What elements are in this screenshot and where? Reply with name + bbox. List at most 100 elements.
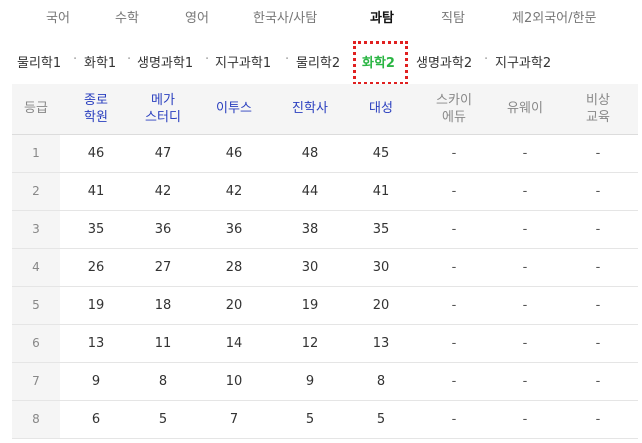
score-cell: 45: [346, 134, 416, 173]
separator: ·: [127, 52, 132, 67]
score-cell: 36: [194, 210, 274, 249]
grade-cell: 5: [12, 286, 60, 325]
table-row: 865755---: [12, 400, 638, 439]
subtab-physics1[interactable]: 물리학1: [17, 52, 61, 71]
score-cell: -: [416, 172, 492, 211]
subtab-biology1[interactable]: 생명과학1: [137, 52, 193, 71]
score-cell: -: [416, 286, 492, 325]
score-cell: -: [558, 324, 638, 363]
score-cell: 8: [346, 362, 416, 401]
score-cell: 7: [194, 400, 274, 439]
score-cell: 26: [60, 248, 132, 287]
table-body: 1 46 47 46 48 45- - -2 41 42 42 44 41- - -3 35 36 36 38 35-…: [12, 134, 638, 439]
score-cell: -: [558, 134, 638, 173]
tab-english[interactable]: 영어: [185, 7, 209, 26]
tab-math[interactable]: 수학: [115, 7, 139, 26]
score-cell: -: [492, 248, 558, 287]
subtab-earth-science1[interactable]: 지구과학1: [215, 52, 271, 71]
header-bisang: 비상 교육: [558, 84, 638, 135]
score-cell: 9: [60, 362, 132, 401]
score-cell: 36: [132, 210, 194, 249]
score-cell: -: [492, 134, 558, 173]
separator: ·: [73, 52, 78, 67]
selected-subtab-highlight: [353, 41, 408, 85]
tab-vocational[interactable]: 직탐: [441, 7, 465, 26]
score-cell: 5: [346, 400, 416, 439]
score-cell: 13: [346, 324, 416, 363]
score-cell: 6: [60, 400, 132, 439]
score-cell: -: [558, 286, 638, 325]
score-cell: 19: [60, 286, 132, 325]
score-cell: -: [492, 400, 558, 439]
table-row: 4 26 27 28 30 30- - -: [12, 248, 638, 287]
score-cell: 35: [346, 210, 416, 249]
table-row: 1 46 47 46 48 45- - -: [12, 134, 638, 173]
score-cell: 5: [274, 400, 346, 439]
score-cell: -: [558, 248, 638, 287]
tab-second-foreign-language[interactable]: 제2외국어/한문: [512, 7, 596, 26]
score-cell: 42: [194, 172, 274, 211]
separator: ·: [205, 52, 210, 67]
score-cell: -: [492, 286, 558, 325]
header-uway: 유웨이: [492, 84, 558, 135]
score-cell: -: [558, 172, 638, 211]
score-cell: 13: [60, 324, 132, 363]
score-cell: 47: [132, 134, 194, 173]
tab-science[interactable]: 과탐: [370, 7, 394, 26]
score-cell: -: [558, 362, 638, 401]
header-skyedu: 스카이 에듀: [416, 84, 492, 135]
score-cell: 48: [274, 134, 346, 173]
score-cell: 9: [274, 362, 346, 401]
table-row: 2 41 42 42 44 41- - -: [12, 172, 638, 211]
tab-korean-history-social[interactable]: 한국사/사탐: [253, 7, 317, 26]
header-megastudy: 메가 스터디: [132, 84, 194, 135]
tab-korean[interactable]: 국어: [46, 7, 70, 26]
header-jongro: 종로 학원: [60, 84, 132, 135]
score-cell: 41: [346, 172, 416, 211]
score-cell: 35: [60, 210, 132, 249]
score-cell: 42: [132, 172, 194, 211]
grade-cell: 6: [12, 324, 60, 363]
score-cell: 12: [274, 324, 346, 363]
subtab-biology2[interactable]: 생명과학2: [416, 52, 472, 71]
score-cell: 44: [274, 172, 346, 211]
score-cell: 14: [194, 324, 274, 363]
score-cell: 18: [132, 286, 194, 325]
grade-cut-table: 등급 종로 학원 메가 스터디 이투스 진학사 대성 스카이 에듀 유웨이 비상 교육 …: [12, 84, 638, 439]
score-cell: 46: [60, 134, 132, 173]
score-cell: -: [416, 362, 492, 401]
score-cell: 20: [346, 286, 416, 325]
score-cell: 30: [346, 248, 416, 287]
grade-cell: 4: [12, 248, 60, 287]
grade-cell: 2: [12, 172, 60, 211]
table-row: 5 19 18 20 19 20- - -: [12, 286, 638, 325]
score-cell: 5: [132, 400, 194, 439]
grade-cell: 7: [12, 362, 60, 401]
score-cell: 10: [194, 362, 274, 401]
score-cell: -: [558, 210, 638, 249]
grade-cell: 3: [12, 210, 60, 249]
score-cell: -: [416, 324, 492, 363]
score-cell: 11: [132, 324, 194, 363]
score-cell: -: [492, 324, 558, 363]
score-cell: -: [416, 400, 492, 439]
score-cell: 19: [274, 286, 346, 325]
separator: ·: [285, 52, 290, 67]
grade-cell: 8: [12, 400, 60, 439]
score-cell: -: [492, 210, 558, 249]
table-row: 6 13 11 14 12 13- - -: [12, 324, 638, 363]
score-cell: 8: [132, 362, 194, 401]
separator: ·: [484, 52, 489, 67]
header-grade: 등급: [12, 84, 60, 135]
score-cell: 38: [274, 210, 346, 249]
score-cell: -: [416, 210, 492, 249]
score-cell: -: [416, 248, 492, 287]
subtab-chemistry1[interactable]: 화학1: [84, 52, 116, 71]
grade-cell: 1: [12, 134, 60, 173]
score-cell: -: [416, 134, 492, 173]
subtab-physics2[interactable]: 물리학2: [296, 52, 340, 71]
subtab-earth-science2[interactable]: 지구과학2: [495, 52, 551, 71]
table-header-row: 등급 종로 학원 메가 스터디 이투스 진학사 대성 스카이 에듀 유웨이 비상 교육: [12, 84, 638, 135]
score-cell: 27: [132, 248, 194, 287]
header-etoos: 이투스: [194, 84, 274, 135]
